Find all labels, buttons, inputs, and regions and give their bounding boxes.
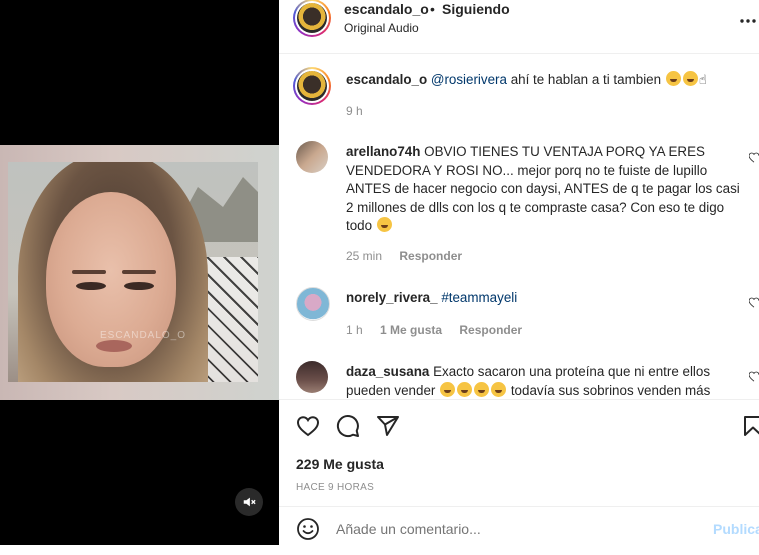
caption-meta: 9 h <box>346 104 377 118</box>
comment-meta: 1 h 1 Me gusta Responder <box>346 323 536 337</box>
comment-username[interactable]: norely_rivera_ <box>346 290 438 305</box>
like-comment-heart-icon[interactable] <box>749 297 759 309</box>
laughing-emoji-icon <box>491 381 507 397</box>
comment-hashtag[interactable]: #teammayeli <box>441 290 517 305</box>
laughing-emoji-icon <box>665 71 681 86</box>
laughing-emoji-icon <box>376 217 392 232</box>
reply-button[interactable]: Responder <box>399 249 462 263</box>
like-comment-heart-icon[interactable] <box>749 152 759 164</box>
commenter-avatar[interactable] <box>296 141 328 173</box>
video-content: ESCANDALO_O <box>8 162 258 382</box>
caption-username[interactable]: escandalo_o <box>346 72 427 87</box>
reply-button[interactable]: Responder <box>459 323 522 337</box>
comment-likes[interactable]: 1 Me gusta <box>380 323 442 337</box>
speaker-muted-icon <box>243 497 256 507</box>
commenter-avatar[interactable] <box>296 287 330 321</box>
more-horizontal-icon <box>740 19 756 23</box>
following-button[interactable]: Siguiendo <box>442 1 510 17</box>
share-paper-plane-icon[interactable] <box>376 414 400 438</box>
post-actions: 229 Me gusta HACE 9 HORAS Publica <box>279 399 759 555</box>
comment-bubble-icon[interactable] <box>336 414 360 438</box>
comment-item: norely_rivera_ #teammayeli <box>346 289 741 308</box>
video-pane[interactable]: ESCANDALO_O <box>0 0 279 545</box>
mute-button[interactable] <box>235 488 263 516</box>
audio-label[interactable]: Original Audio <box>344 21 419 35</box>
comment-time: 25 min <box>346 249 383 263</box>
comment-item: daza_susana Exacto sacaron una proteína … <box>346 363 741 399</box>
laughing-emoji-icon <box>457 381 473 397</box>
comment-text-continued: todavía sus sobrinos venden más <box>510 382 711 398</box>
laughing-emoji-icon <box>440 381 456 397</box>
comment-meta: 25 min Responder <box>346 249 476 263</box>
likes-count[interactable]: 229 Me gusta <box>296 456 384 472</box>
add-comment-bar: Publica <box>279 506 759 547</box>
like-comment-heart-icon[interactable] <box>749 371 759 383</box>
like-heart-icon[interactable] <box>296 414 320 438</box>
post-time[interactable]: HACE 9 HORAS <box>296 482 374 493</box>
more-options-button[interactable] <box>739 8 757 29</box>
author-username[interactable]: escandalo_o <box>344 1 429 17</box>
comment-username[interactable]: arellano74h <box>346 144 420 159</box>
emoji-picker-icon[interactable] <box>296 517 320 541</box>
video-frame[interactable]: ESCANDALO_O <box>0 145 279 400</box>
separator-dot: • <box>430 1 435 17</box>
laughing-emoji-icon <box>682 71 698 86</box>
comments-list[interactable]: escandalo_o @rosierivera ahí te hablan a… <box>279 54 759 399</box>
caption-mention[interactable]: @rosierivera <box>431 72 507 87</box>
post-details-panel: escandalo_o • Siguiendo Original Audio e… <box>279 0 759 545</box>
publish-button[interactable]: Publica <box>713 521 759 537</box>
author-avatar[interactable] <box>293 0 331 37</box>
caption-time: 9 h <box>346 104 363 118</box>
caption: escandalo_o @rosierivera ahí te hablan a… <box>346 71 741 90</box>
caption-text: ahí te hablan a ti tambien <box>506 72 662 87</box>
commenter-avatar[interactable] <box>296 361 328 393</box>
comment-username[interactable]: daza_susana <box>346 364 429 379</box>
caption-avatar[interactable] <box>293 67 331 105</box>
laughing-emoji-icon <box>474 381 490 397</box>
comment-item: arellano74h OBVIO TIENES TU VENTAJA PORQ… <box>346 143 741 236</box>
pointing-hand-emoji-icon: ☝ <box>698 72 707 87</box>
video-watermark: ESCANDALO_O <box>100 330 187 341</box>
comment-input[interactable] <box>336 521 636 537</box>
post-header: escandalo_o • Siguiendo Original Audio <box>279 0 759 54</box>
comment-time: 1 h <box>346 323 363 337</box>
save-bookmark-icon[interactable] <box>741 414 759 438</box>
